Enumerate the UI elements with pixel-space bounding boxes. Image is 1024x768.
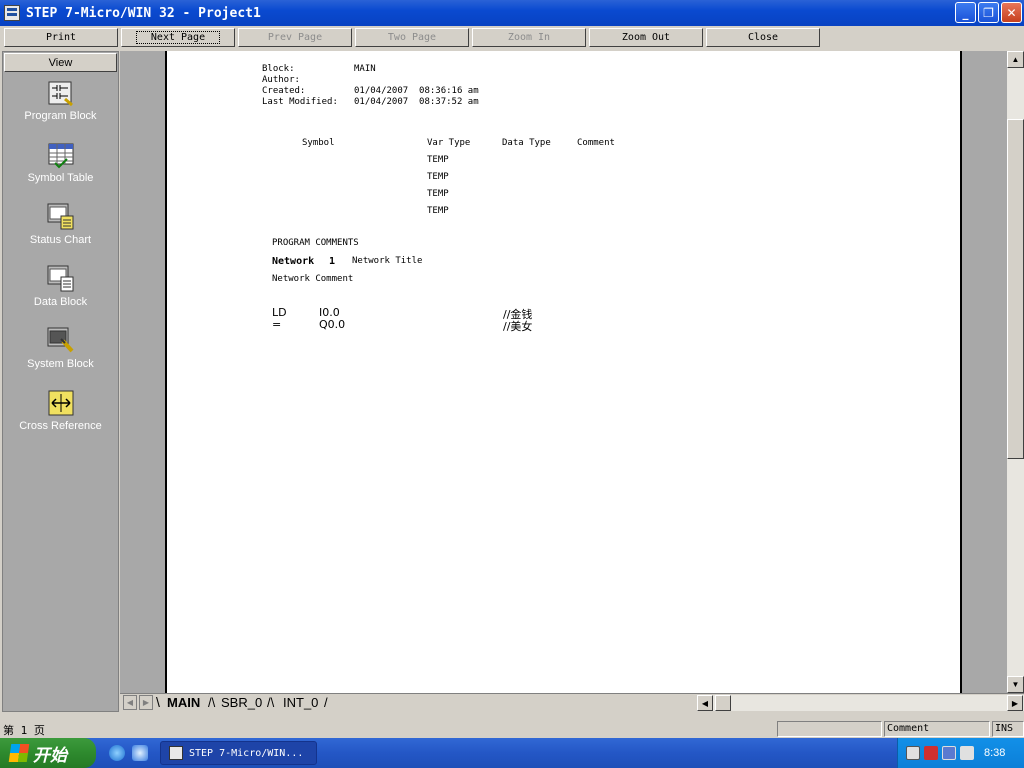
var-type-cell: TEMP [427,189,449,199]
cross-reference-icon [47,389,75,417]
code-comment: //美女 [503,320,533,333]
sidebar-item-label: Data Block [33,296,88,308]
column-comment: Comment [577,138,615,148]
step7-app-icon [169,746,183,760]
symbol-table-icon [47,141,75,169]
tab-sbr-0[interactable]: SBR_0 [221,694,262,711]
sidebar-item-cross-reference[interactable]: Cross Reference [3,383,118,445]
network-number: 1 [329,256,336,267]
vertical-scroll-thumb[interactable] [1007,119,1024,459]
sidebar-item-program-block[interactable]: Program Block [3,73,118,135]
tray-tools-icon[interactable] [960,746,974,760]
author-label: Author: [262,75,300,85]
zoom-out-button[interactable]: Zoom Out [589,28,703,47]
sidebar-item-status-chart[interactable]: Status Chart [3,197,118,259]
program-block-icon [47,79,75,107]
zoom-in-button[interactable]: Zoom In [472,28,586,47]
horizontal-scrollbar[interactable]: ◀ ▶ [697,695,1024,711]
program-comments: PROGRAM COMMENTS [272,238,359,248]
preview-page: Block: MAIN Author: Created: 01/04/2007 … [165,51,962,693]
tab-next-button[interactable]: ▶ [139,695,153,710]
print-preview-toolbar: Print Next Page Prev Page Two Page Zoom … [0,27,1024,48]
next-page-button[interactable]: Next Page [121,28,235,47]
sidebar-item-label: Status Chart [29,234,92,246]
vertical-scrollbar[interactable]: ▲ ▼ [1007,51,1024,693]
tab-main[interactable]: MAIN [167,694,200,711]
sidebar-item-label: Symbol Table [27,172,94,184]
network-label: Network [272,256,315,267]
view-sidebar: View Program Block Symbol Table Status C… [2,51,119,712]
taskbar: 开始 STEP 7-Micro/WIN... 8:38 [0,738,1024,768]
page-indicator: 第 1 页 [3,724,45,737]
sidebar-item-label: Program Block [24,110,97,122]
network-comment: Network Comment [272,274,354,284]
created-label: Created: [262,86,306,96]
two-page-button[interactable]: Two Page [355,28,469,47]
taskbar-window-step7[interactable]: STEP 7-Micro/WIN... [160,741,317,765]
network-title: Network Title [352,256,423,266]
created-value: 01/04/2007 08:36:16 am [354,86,479,96]
status-field: Comment [884,721,990,737]
status-chart-icon [47,203,75,231]
title-bar: STEP 7-Micro/WIN 32 - Project1 _ ❐ ✕ [0,0,1024,26]
code-operand: Q0.0 [319,318,346,331]
windows-logo-icon [8,744,30,762]
tray-app-icon[interactable] [906,746,920,760]
sidebar-item-system-block[interactable]: System Block [3,321,118,383]
block-tab-bar: ◀ ▶ \ MAIN /\ SBR_0 /\ INT_0 / ◀ ▶ [120,693,1024,711]
minimize-button[interactable]: _ [955,2,976,23]
quick-launch-icon[interactable] [132,745,148,761]
prev-page-button[interactable]: Prev Page [238,28,352,47]
modified-label: Last Modified: [262,97,338,107]
window-title: STEP 7-Micro/WIN 32 - Project1 [26,5,261,21]
var-type-cell: TEMP [427,155,449,165]
close-window-button[interactable]: ✕ [1001,2,1022,23]
system-tray: 8:38 [897,738,1024,768]
status-bar: 第 1 页 Comment INS [0,719,1024,738]
block-value: MAIN [354,64,376,74]
block-label: Block: [262,64,295,74]
close-preview-button[interactable]: Close [706,28,820,47]
var-type-cell: TEMP [427,206,449,216]
start-label: 开始 [33,745,67,766]
sidebar-item-data-block[interactable]: Data Block [3,259,118,321]
sidebar-item-symbol-table[interactable]: Symbol Table [3,135,118,197]
internet-explorer-icon[interactable] [109,745,125,761]
var-type-cell: TEMP [427,172,449,182]
taskbar-window-label: STEP 7-Micro/WIN... [189,747,304,759]
tray-antivirus-icon[interactable] [924,746,938,760]
preview-area: Block: MAIN Author: Created: 01/04/2007 … [120,51,1007,693]
code-op: = [272,318,282,331]
column-symbol: Symbol [302,138,335,148]
horizontal-scroll-thumb[interactable] [715,695,731,711]
restore-button[interactable]: ❐ [978,2,999,23]
scroll-left-button[interactable]: ◀ [697,695,713,711]
view-header[interactable]: View [4,53,117,72]
scroll-up-button[interactable]: ▲ [1007,51,1024,68]
tab-int-0[interactable]: INT_0 [283,694,318,711]
print-button[interactable]: Print [4,28,118,47]
data-block-icon [47,265,75,293]
modified-value: 01/04/2007 08:37:52 am [354,97,479,107]
column-var-type: Var Type [427,138,471,148]
tab-prev-button[interactable]: ◀ [123,695,137,710]
sidebar-item-label: System Block [27,358,94,370]
start-button[interactable]: 开始 [0,738,96,768]
column-data-type: Data Type [502,138,551,148]
tray-network-icon[interactable] [942,746,956,760]
app-icon [4,5,20,21]
sidebar-item-label: Cross Reference [19,420,102,432]
status-panel-blank [777,721,882,737]
scroll-down-button[interactable]: ▼ [1007,676,1024,693]
status-mode: INS [992,721,1024,737]
scroll-right-button[interactable]: ▶ [1007,695,1023,711]
system-block-icon [47,327,75,355]
clock[interactable]: 8:38 [984,747,1005,759]
